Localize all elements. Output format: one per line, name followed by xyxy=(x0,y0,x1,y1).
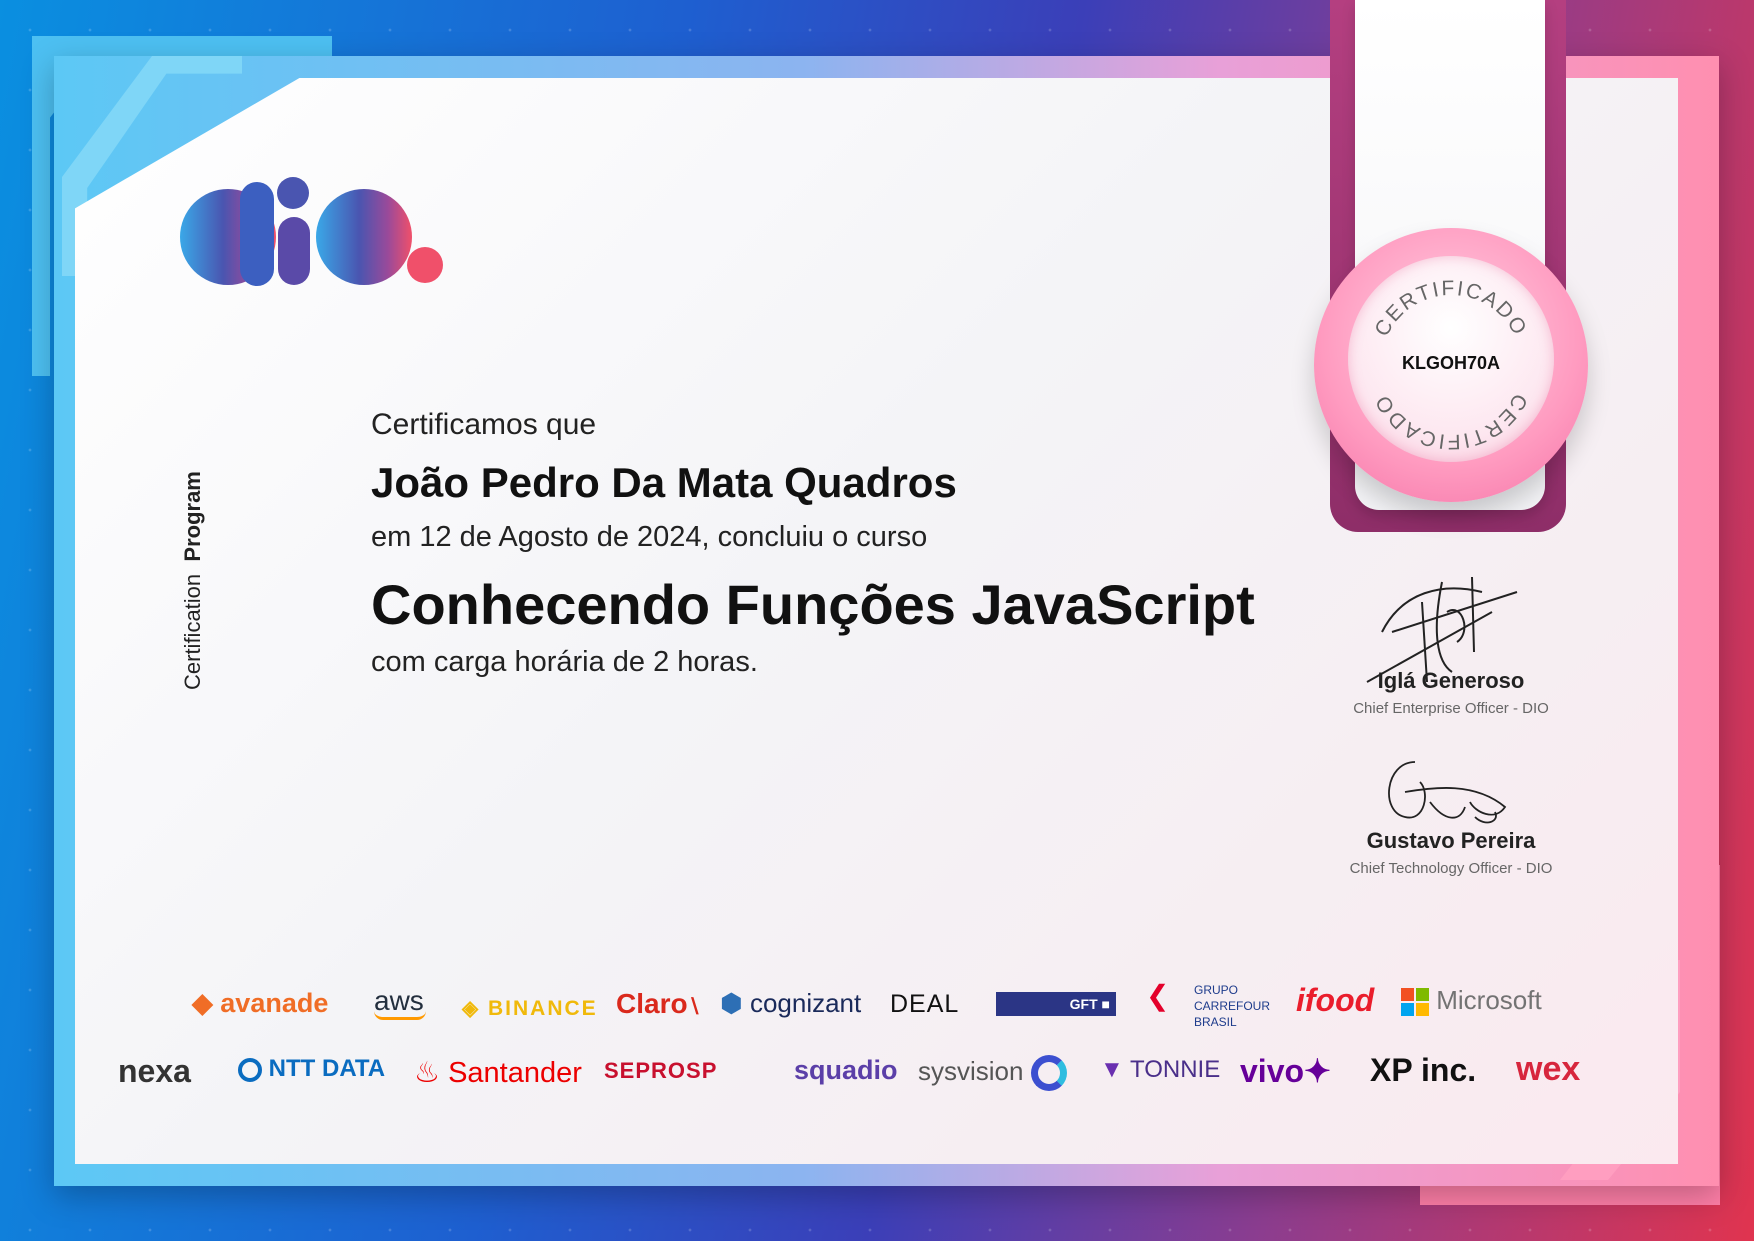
partner-santander: ♨ Santander xyxy=(414,1057,582,1089)
partner-microsoft: Microsoft xyxy=(1401,985,1542,1017)
seal-bottom-text: CERTIFICADO xyxy=(1370,390,1531,453)
certificate-code: KLGOH70A xyxy=(1401,353,1500,373)
partner-nttdata: NTT DATA xyxy=(238,1055,385,1083)
partner-carrefour: ❮ GRUPO CARREFOUR BRASIL xyxy=(1146,980,1271,1030)
dio-logo xyxy=(180,177,443,286)
signature-block-1: Iglá Generoso Chief Enterprise Officer -… xyxy=(1316,668,1586,717)
recipient-name: João Pedro Da Mata Quadros xyxy=(371,459,957,506)
carrefour-icon: ❮ xyxy=(1146,980,1170,1011)
course-name: Conhecendo Funções JavaScript xyxy=(371,573,1255,636)
intro-text: Certificamos que xyxy=(371,408,597,441)
partner-tonnie: ▼ TONNIE xyxy=(1100,1056,1221,1083)
partner-seprosp: SEPROSP xyxy=(604,1058,718,1083)
signature-name-1: Iglá Generoso xyxy=(1377,668,1525,693)
partner-ifood: ifood xyxy=(1296,982,1375,1018)
signature-block-2: Gustavo Pereira Chief Technology Officer… xyxy=(1316,828,1586,877)
seal-top-text: CERTIFICADO xyxy=(1370,277,1529,340)
claro-rays-icon: ∖ xyxy=(687,996,701,1018)
partner-vivo: vivo✦ xyxy=(1240,1053,1331,1089)
sysvision-icon xyxy=(1030,1055,1067,1091)
svg-text:CERTIFICADO: CERTIFICADO xyxy=(1370,390,1531,453)
microsoft-icon xyxy=(1401,988,1429,1017)
gft-square-icon: ■ xyxy=(1101,996,1110,1012)
signature-role-1: Chief Enterprise Officer - DIO xyxy=(1353,700,1549,717)
signature-role-2: Chief Technology Officer - DIO xyxy=(1349,860,1553,877)
cognizant-icon: ⬢ xyxy=(720,988,743,1018)
partner-avanade: ◆ avanade xyxy=(192,988,329,1018)
signature-gustavo xyxy=(1388,761,1507,824)
svg-text:CERTIFICADO: CERTIFICADO xyxy=(1370,277,1531,340)
partner-squadio: squadio xyxy=(794,1055,898,1085)
partner-sysvision: sysvision xyxy=(918,1055,1067,1091)
signature-name-2: Gustavo Pereira xyxy=(1366,828,1536,853)
binance-icon: ◈ xyxy=(462,997,481,1020)
completion-date: em 12 de Agosto de 2024, concluiu o curs… xyxy=(371,521,928,553)
partner-xp: XP inc. xyxy=(1370,1052,1477,1088)
tonnie-fox-icon: ▼ xyxy=(1100,1056,1124,1083)
partner-binance: ◈ BINANCE xyxy=(462,997,598,1020)
certification-program-label: Certification Program xyxy=(180,471,205,690)
partner-gft: GFT ■ xyxy=(996,992,1116,1016)
partner-aws: aws xyxy=(374,985,426,1020)
partner-deal: DEAL xyxy=(890,990,960,1018)
partner-nexa: nexa xyxy=(118,1053,191,1089)
partner-claro: Claro∖ xyxy=(616,988,701,1019)
avanade-icon: ◆ xyxy=(192,988,213,1018)
nttdata-icon xyxy=(238,1057,262,1082)
partner-cognizant: ⬢ cognizant xyxy=(720,988,862,1018)
course-hours: com carga horária de 2 horas. xyxy=(371,646,758,678)
santander-flame-icon: ♨ xyxy=(414,1057,440,1089)
partner-wex: wex xyxy=(1516,1050,1581,1088)
vivo-figure-icon: ✦ xyxy=(1304,1053,1331,1089)
certificate-seal: CERTIFICADO CERTIFICADO KLGOH70A xyxy=(1314,228,1588,502)
